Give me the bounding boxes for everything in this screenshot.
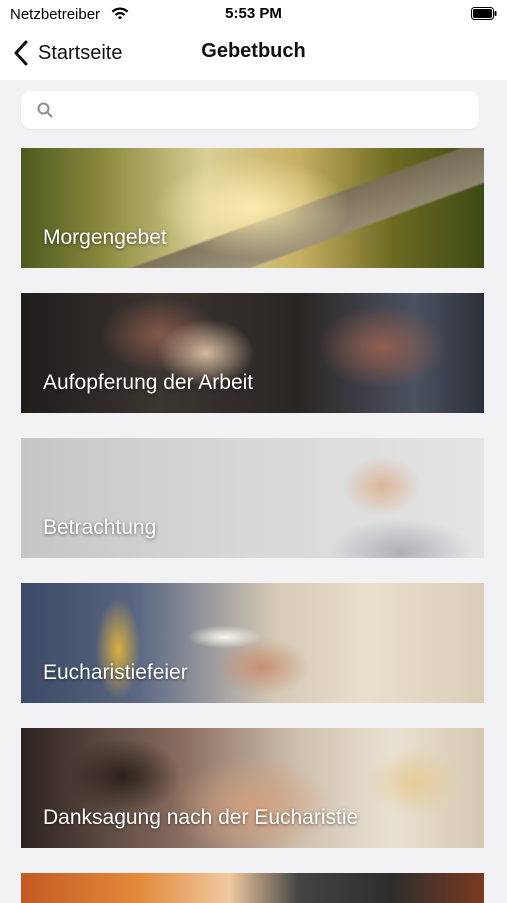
prayer-card-aufopferung[interactable]: Aufopferung der Arbeit bbox=[21, 293, 484, 413]
battery-icon bbox=[471, 7, 497, 20]
card-label: Morgengebet bbox=[43, 226, 167, 249]
card-label: Aufopferung der Arbeit bbox=[43, 371, 254, 394]
navigation-bar: Startseite Gebetbuch bbox=[0, 28, 507, 80]
search-icon bbox=[37, 102, 53, 118]
search-input[interactable] bbox=[63, 91, 467, 131]
search-bar[interactable] bbox=[21, 91, 479, 131]
prayer-card-danksagung[interactable]: Danksagung nach der Eucharistie bbox=[21, 728, 484, 848]
page-title: Gebetbuch bbox=[201, 40, 306, 62]
card-label: Danksagung nach der Eucharistie bbox=[43, 806, 359, 829]
prayer-card-eucharistiefeier[interactable]: Eucharistiefeier bbox=[21, 583, 484, 703]
status-bar: Netzbetreiber 5:53 PM bbox=[0, 0, 507, 28]
prayer-card-partial[interactable] bbox=[21, 873, 484, 903]
prayer-card-betrachtung[interactable]: Betrachtung bbox=[21, 438, 484, 558]
clock: 5:53 PM bbox=[225, 5, 282, 22]
card-label: Eucharistiefeier bbox=[43, 661, 188, 684]
card-label: Betrachtung bbox=[43, 516, 157, 539]
prayer-card-morgengebet[interactable]: Morgengebet bbox=[21, 148, 484, 268]
